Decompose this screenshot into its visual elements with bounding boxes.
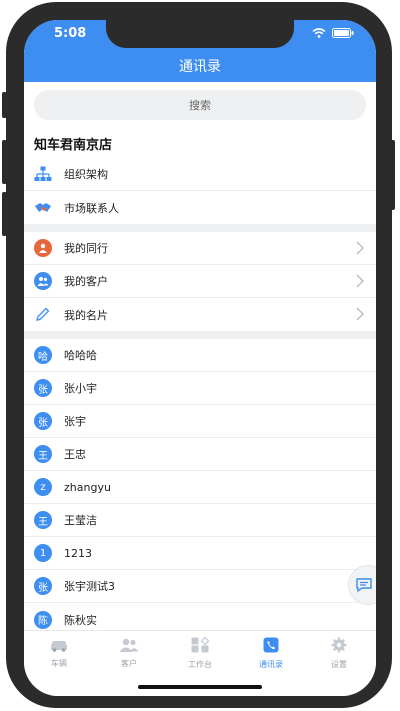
contact-avatar: 张 — [34, 379, 52, 397]
my-customers-row[interactable]: 我的客户 — [24, 265, 376, 298]
search-input[interactable]: 搜索 — [34, 90, 366, 120]
tab-customers-label: 客户 — [121, 659, 137, 668]
contact-avatar: 张 — [34, 577, 52, 595]
gear-icon — [331, 637, 347, 653]
contact-row[interactable]: 1 1213 — [24, 537, 376, 570]
chevron-right-icon — [356, 241, 364, 255]
contact-row[interactable]: 王 王忠 — [24, 438, 376, 471]
my-peers-row[interactable]: 我的同行 — [24, 232, 376, 265]
my-peers-label: 我的同行 — [64, 242, 108, 255]
market-contacts-row[interactable]: 市场联系人 — [24, 191, 376, 224]
tab-vehicles[interactable]: 车辆 — [34, 637, 84, 669]
page-title: 通讯录 — [179, 59, 221, 75]
phonebook-icon — [263, 637, 279, 653]
contact-name: 张宇 — [64, 415, 86, 428]
contact-avatar: z — [34, 478, 52, 496]
tab-workbench-label: 工作台 — [188, 660, 212, 669]
car-icon — [51, 641, 67, 652]
contact-row[interactable]: z zhangyu — [24, 471, 376, 504]
contact-avatar: 1 — [34, 544, 52, 562]
contact-row[interactable]: 哈 哈哈哈 — [24, 339, 376, 372]
contact-name: 1213 — [64, 546, 92, 560]
contact-avatar: 王 — [34, 445, 52, 463]
contact-row[interactable]: 张 张宇 — [24, 405, 376, 438]
wifi-icon — [312, 28, 326, 38]
tab-vehicles-label: 车辆 — [51, 659, 67, 668]
tab-settings-label: 设置 — [331, 660, 347, 669]
contact-row[interactable]: 王 王莹洁 — [24, 504, 376, 537]
tab-phonebook[interactable]: 通讯录 — [246, 637, 296, 670]
section-divider — [24, 224, 376, 232]
my-customers-label: 我的客户 — [64, 275, 108, 288]
contact-name: 张小宇 — [64, 382, 97, 395]
customers-icon — [119, 638, 139, 652]
app-screen: 5:08 通讯录 搜索 知车君南京店 组织架构 市场联系人 我的同行 我的客户 … — [24, 20, 376, 696]
contact-avatar: 张 — [34, 412, 52, 430]
contact-name: zhangyu — [64, 480, 111, 494]
contact-name: 王莹洁 — [64, 514, 97, 527]
peer-icon — [34, 239, 52, 257]
battery-icon — [332, 28, 354, 38]
my-card-row[interactable]: 我的名片 — [24, 298, 376, 331]
handshake-icon — [35, 202, 51, 212]
tab-phonebook-label: 通讯录 — [259, 660, 283, 669]
tab-customers[interactable]: 客户 — [104, 637, 154, 669]
chevron-right-icon — [356, 274, 364, 288]
market-contacts-label: 市场联系人 — [64, 201, 119, 215]
org-chart-row[interactable]: 组织架构 — [24, 158, 376, 191]
contact-avatar: 陈 — [34, 610, 52, 629]
mute-switch — [2, 92, 7, 118]
volume-down-button — [2, 192, 7, 236]
notch — [106, 20, 294, 48]
contact-name: 张宇测试3 — [64, 580, 115, 593]
volume-up-button — [2, 140, 7, 184]
chevron-right-icon — [356, 307, 364, 321]
search-placeholder: 搜索 — [189, 99, 211, 112]
contact-avatar: 哈 — [34, 346, 52, 364]
home-indicator[interactable] — [138, 685, 262, 689]
workbench-icon — [191, 636, 210, 653]
status-time: 5:08 — [54, 26, 87, 41]
org-chart-icon — [34, 166, 52, 181]
contact-avatar: 王 — [34, 511, 52, 529]
status-icons — [312, 28, 354, 38]
my-card-label: 我的名片 — [64, 308, 108, 322]
pencil-icon — [36, 307, 50, 321]
power-button — [390, 140, 395, 210]
contact-row[interactable]: 张 张宇测试3 — [24, 570, 376, 603]
customers-icon — [34, 272, 52, 290]
store-name: 知车君南京店 — [34, 138, 113, 153]
chat-icon — [356, 578, 372, 593]
section-divider — [24, 331, 376, 339]
tab-settings[interactable]: 设置 — [314, 637, 364, 670]
contact-row[interactable]: 张 张小宇 — [24, 372, 376, 405]
contact-name: 哈哈哈 — [64, 349, 97, 362]
contact-name: 王忠 — [64, 448, 86, 461]
tab-workbench[interactable]: 工作台 — [175, 636, 225, 670]
app-header: 5:08 通讯录 — [24, 20, 376, 82]
org-chart-label: 组织架构 — [64, 168, 108, 181]
contact-name: 陈秋实 — [64, 613, 97, 627]
